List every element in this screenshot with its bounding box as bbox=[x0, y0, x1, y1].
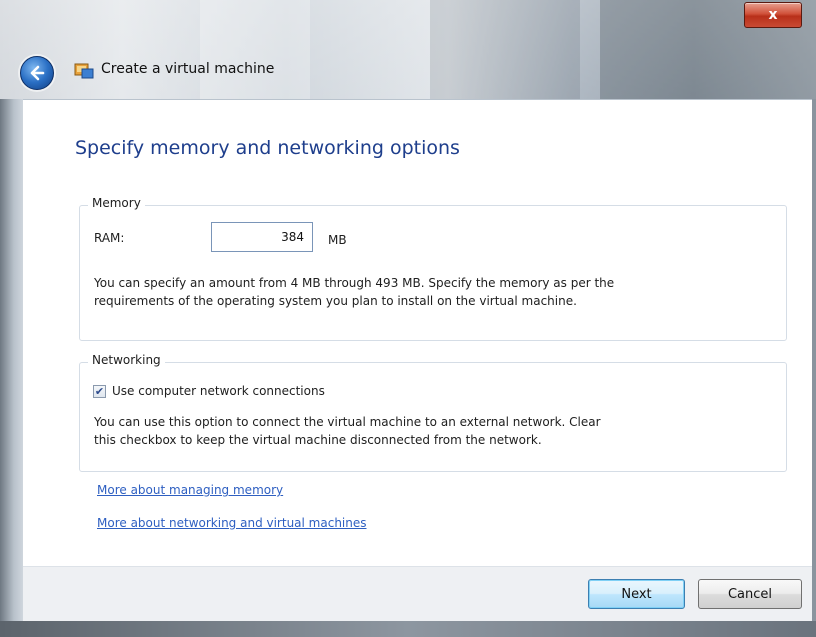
networking-description-line2: this checkbox to keep the virtual machin… bbox=[94, 433, 542, 447]
next-button[interactable]: Next bbox=[588, 579, 685, 609]
virtual-machine-icon bbox=[74, 63, 94, 79]
ram-input[interactable] bbox=[211, 222, 313, 252]
memory-description-line2: requirements of the operating system you… bbox=[94, 294, 577, 308]
network-connections-checkbox[interactable]: ✔ bbox=[93, 385, 106, 398]
network-connections-label[interactable]: Use computer network connections bbox=[112, 384, 325, 398]
ram-label: RAM: bbox=[94, 231, 125, 245]
link-managing-memory[interactable]: More about managing memory bbox=[97, 483, 283, 497]
wizard-footer: Next Cancel bbox=[23, 566, 812, 622]
networking-group-legend: Networking bbox=[88, 353, 165, 367]
back-arrow-icon bbox=[30, 65, 45, 81]
cancel-button[interactable]: Cancel bbox=[698, 579, 802, 609]
memory-description-line1: You can specify an amount from 4 MB thro… bbox=[94, 276, 615, 290]
close-button[interactable]: x bbox=[744, 2, 802, 28]
link-networking-virtual-machines[interactable]: More about networking and virtual machin… bbox=[97, 516, 367, 530]
window-title: Create a virtual machine bbox=[101, 61, 275, 77]
checkmark-icon: ✔ bbox=[94, 385, 105, 398]
networking-group: Networking ✔ Use computer network connec… bbox=[79, 353, 787, 472]
close-icon: x bbox=[768, 7, 778, 23]
ram-unit-label: MB bbox=[328, 233, 347, 247]
back-button[interactable] bbox=[20, 56, 54, 90]
memory-group: Memory RAM: MB You can specify an amount… bbox=[79, 196, 787, 341]
page-title: Specify memory and networking options bbox=[75, 137, 460, 159]
wizard-content: Specify memory and networking options Me… bbox=[23, 99, 812, 567]
memory-group-legend: Memory bbox=[88, 196, 145, 210]
networking-description-line1: You can use this option to connect the v… bbox=[94, 415, 601, 429]
